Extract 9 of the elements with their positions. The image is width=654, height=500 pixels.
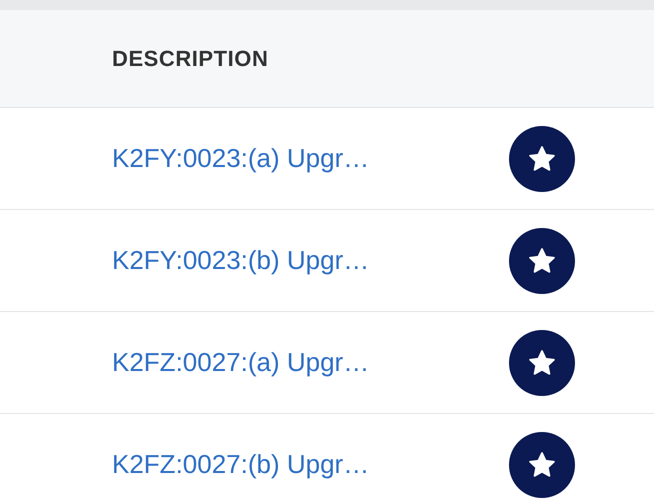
star-icon (527, 144, 557, 174)
description-link[interactable]: K2FY:0023:(a) Upgr… (112, 139, 509, 178)
column-header: DESCRIPTION (112, 45, 268, 73)
star-icon (527, 246, 557, 276)
description-link[interactable]: K2FY:0023:(b) Upgr… (112, 241, 509, 280)
description-link[interactable]: K2FZ:0027:(a) Upgr… (112, 343, 509, 382)
description-link[interactable]: K2FZ:0027:(b) Upgr… (112, 445, 509, 484)
star-icon (527, 450, 557, 480)
star-icon (527, 348, 557, 378)
